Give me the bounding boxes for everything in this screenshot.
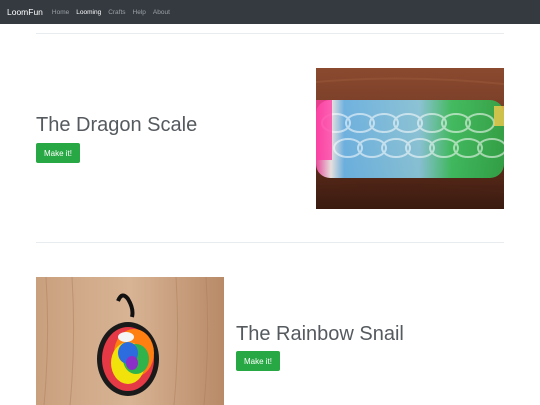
dragon-scale-photo [316,68,504,209]
make-it-button-rainbow-snail[interactable]: Make it! [236,351,280,371]
top-navbar: LoomFun Home Looming Crafts Help About [0,0,540,24]
brand-logo-link[interactable]: LoomFun [7,7,43,17]
craft-title-dragon-scale: The Dragon Scale [36,114,198,136]
nav-link-about[interactable]: About [153,9,170,16]
section-divider [36,33,504,34]
nav-link-home[interactable]: Home [52,9,69,16]
make-it-button-dragon-scale[interactable]: Make it! [36,143,80,163]
nav-link-help[interactable]: Help [133,9,146,16]
nav-link-crafts[interactable]: Crafts [108,9,125,16]
section-divider [36,242,504,243]
craft-title-rainbow-snail: The Rainbow Snail [236,323,404,345]
nav-link-looming[interactable]: Looming [76,9,101,16]
rainbow-snail-photo [36,277,224,405]
